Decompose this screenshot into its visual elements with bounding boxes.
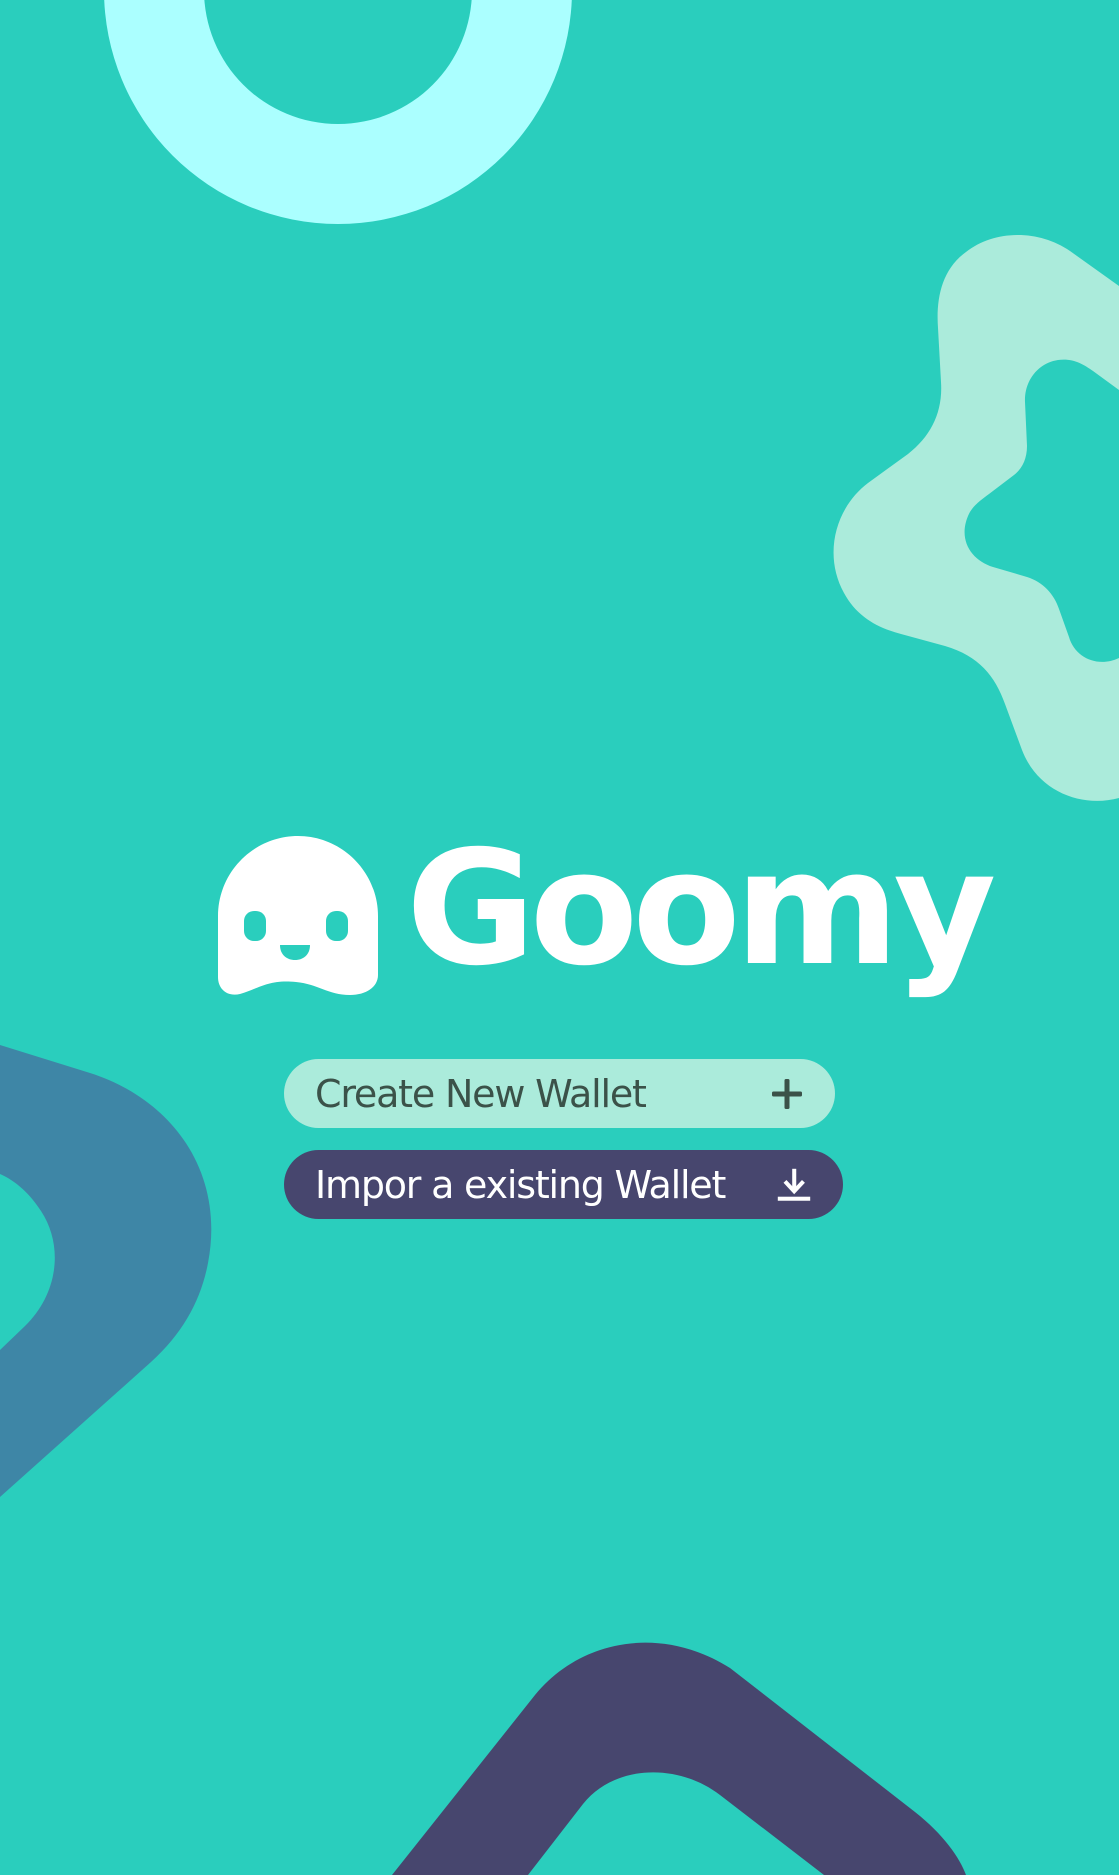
ghost-mascot-icon [218,836,378,996]
ring-shape [104,0,572,224]
import-wallet-label: Impor a existing Wallet [315,1162,726,1207]
plus-icon [769,1076,805,1112]
welcome-screen: Goomy Create New Wallet Impor a existing… [0,0,1119,1875]
app-name: Goomy [406,817,996,1001]
create-wallet-label: Create New Wallet [315,1071,647,1116]
left-arc-shape [0,1045,212,1497]
star-shape [833,234,1119,801]
create-wallet-button[interactable]: Create New Wallet [284,1059,835,1128]
import-wallet-button[interactable]: Impor a existing Wallet [284,1150,843,1219]
app-logo: Goomy [218,830,996,1041]
bottom-arc-shape [392,1642,966,1875]
download-icon [776,1167,812,1203]
